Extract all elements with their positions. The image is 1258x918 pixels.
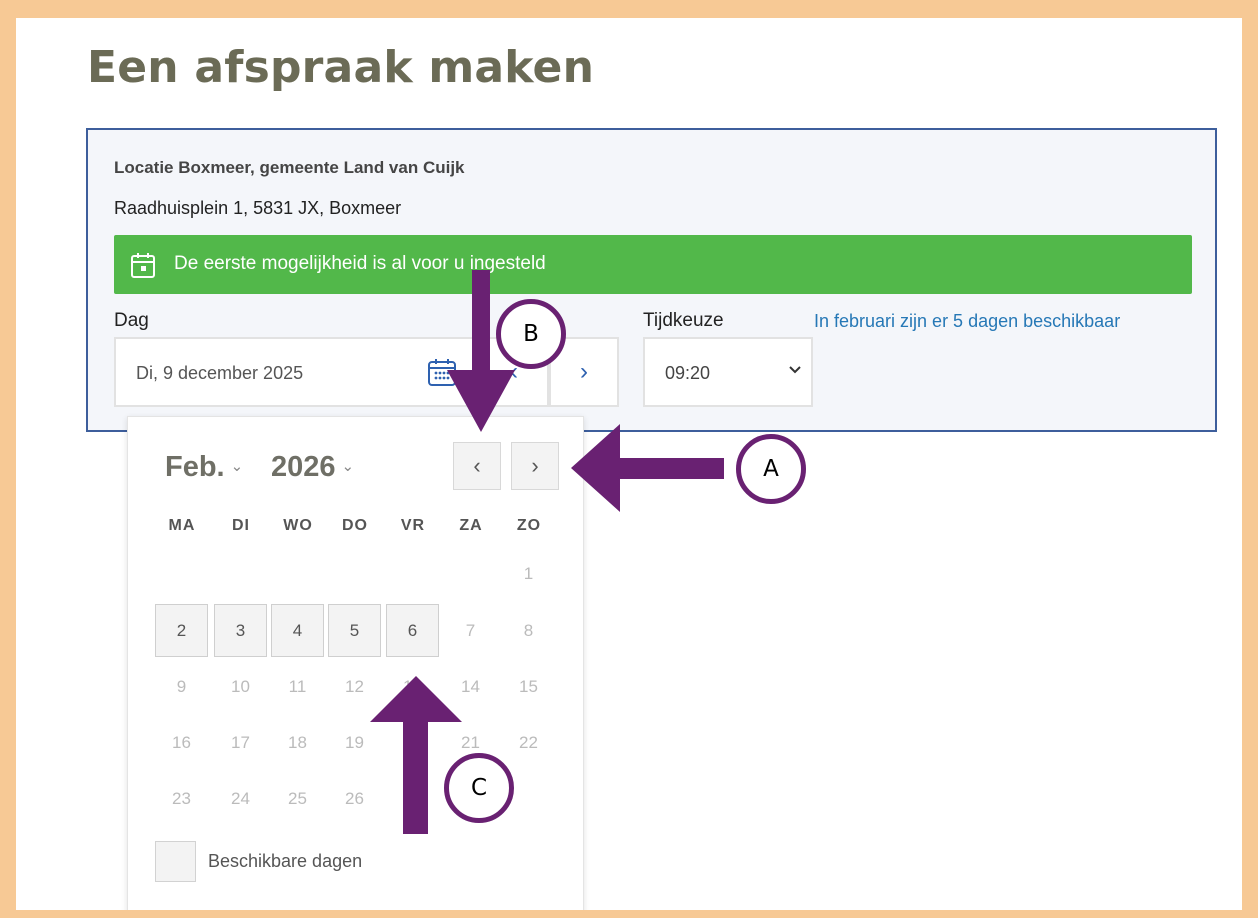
marker-c: C bbox=[444, 753, 514, 823]
page-frame: Een afspraak maken Locatie Boxmeer, geme… bbox=[16, 18, 1242, 910]
marker-a: A bbox=[736, 434, 806, 504]
arrow-a bbox=[571, 424, 724, 512]
arrow-c bbox=[370, 676, 462, 834]
annotation-overlay bbox=[370, 270, 724, 834]
marker-b: B bbox=[496, 299, 566, 369]
